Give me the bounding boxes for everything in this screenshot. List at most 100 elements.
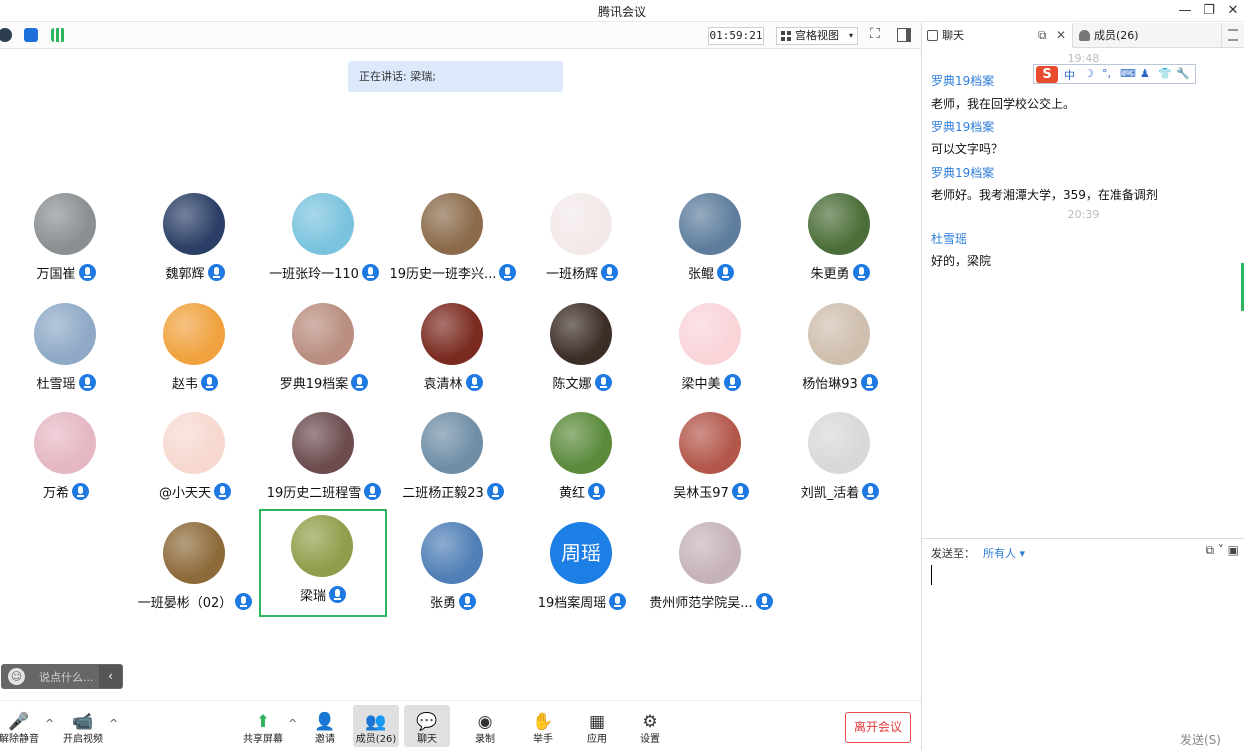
members-button[interactable]: 👥 成员(26) [353, 705, 399, 747]
chat-sender[interactable]: 杜雪瑶 [931, 230, 967, 247]
avatar [550, 193, 612, 255]
chat-sender[interactable]: 罗典19档案 [931, 118, 994, 135]
apps-button[interactable]: ▦ 应用 [574, 705, 620, 747]
mic-icon [351, 374, 369, 391]
avatar [163, 193, 225, 255]
quick-chat-bar[interactable]: ☺ 说点什么... ‹ [1, 664, 123, 689]
minimize-button[interactable]: — [1176, 2, 1194, 20]
participant-tile[interactable]: 一班晏彬（02） [131, 512, 259, 620]
participant-name: 吴林玉97 [673, 486, 729, 501]
raise-hand-button[interactable]: ✋ 举手 [520, 705, 566, 747]
avatar [421, 522, 483, 584]
mic-icon [594, 374, 612, 391]
participant-tile[interactable]: 刘凯_活着 [776, 402, 904, 510]
send-button[interactable]: 发送(S) [1180, 731, 1221, 748]
settings-button[interactable]: ⚙ 设置 [627, 705, 673, 747]
audio-options-caret[interactable]: ^ [45, 717, 54, 730]
participant-tile[interactable]: 梁瑞 [259, 509, 387, 617]
chat-message-text: 老师好。我考湘潭大学，359，在准备调剂 [931, 188, 1158, 202]
info-icon[interactable] [0, 28, 12, 42]
popout-icon[interactable]: ⧉ [1038, 23, 1047, 48]
quick-chat-input[interactable]: 说点什么... [39, 669, 94, 685]
avatar [421, 412, 483, 474]
chat-button[interactable]: 💬 聊天 [404, 705, 450, 747]
mic-icon [852, 264, 870, 281]
chat-label: 聊天 [417, 734, 437, 745]
participant-name-line: 杨怡琳93 [756, 373, 924, 392]
restore-button[interactable]: ❐ [1200, 2, 1218, 20]
participant-name: 陈文娜 [552, 377, 592, 392]
avatar [550, 303, 612, 365]
chat-message-text: 可以文字吗？ [931, 142, 1004, 156]
participant-name: 刘凯_活着 [800, 486, 860, 501]
participant-tile[interactable]: 朱更勇 [776, 183, 904, 291]
close-button[interactable]: ✕ [1224, 2, 1242, 20]
avatar [421, 303, 483, 365]
shield-icon[interactable] [24, 28, 38, 42]
mic-icon [78, 264, 96, 281]
record-button[interactable]: ◉ 录制 [462, 705, 508, 747]
grid-view-dropdown[interactable]: 宫格视图 ▾ [776, 27, 858, 45]
video-off-icon: 📹 [72, 712, 94, 732]
gear-icon: ⚙ [642, 712, 658, 732]
fullscreen-icon[interactable]: ⛶ [870, 26, 880, 42]
ime-mode-label[interactable]: 中 [1064, 67, 1075, 83]
invite-button[interactable]: 👤 邀请 [302, 705, 348, 747]
start-video-button[interactable]: 📹 开启视频 [60, 705, 106, 747]
sidebar-toggle-icon[interactable] [897, 28, 911, 42]
meeting-toolbar: 01:59:21 宫格视图 ▾ ⛶ [0, 23, 921, 49]
tab-chat[interactable]: 聊天 ⧉ ✕ [922, 23, 1073, 48]
close-icon[interactable]: ✕ [1056, 23, 1066, 48]
side-panel: 聊天 ⧉ ✕ 成员(26) 好的，梁院 杜雪瑶 20:39 老师好。我考湘潭大学，35… [921, 23, 1244, 750]
mic-muted-icon: 🎤 [8, 712, 30, 732]
collapse-chat-button[interactable]: ‹ [99, 665, 122, 688]
mic-icon [78, 374, 96, 391]
participant-name: 万国崔 [36, 267, 76, 282]
mic-icon [465, 374, 483, 391]
members-tab-icon [1079, 30, 1090, 41]
avatar [292, 303, 354, 365]
tab-members[interactable]: 成员(26) [1074, 23, 1222, 48]
moon-icon[interactable]: ☽ [1084, 67, 1094, 80]
participant-name: 杨怡琳93 [802, 377, 858, 392]
signal-icon[interactable] [51, 28, 65, 42]
leave-meeting-button[interactable]: 离开会议 [845, 712, 911, 743]
shirt-icon[interactable]: 👕 [1158, 67, 1172, 80]
mic-icon [329, 586, 346, 603]
tab-members-label: 成员(26) [1094, 29, 1139, 42]
attach-icon[interactable]: ⧉ ˅ ▣ [1205, 543, 1239, 558]
chat-sender[interactable]: 罗典19档案 [931, 72, 994, 89]
meeting-timer: 01:59:21 [708, 27, 764, 45]
unmute-button[interactable]: 🎤 解除静音 [0, 705, 42, 747]
video-options-caret[interactable]: ^ [109, 717, 118, 730]
keyboard-icon[interactable]: ⌨ [1120, 67, 1136, 80]
participant-tile[interactable]: 贵州师范学院吴... [647, 512, 775, 620]
chat-timestamp: 20:39 [1067, 208, 1100, 221]
participant-name: 袁清林 [423, 377, 463, 392]
mic-icon [609, 593, 627, 610]
emoji-icon[interactable]: ☺ [8, 668, 25, 685]
ime-toolbar[interactable]: S 中 ☽ °, ⌨ ♟ 👕 🔧 [1033, 64, 1196, 84]
menu-icon[interactable] [1228, 29, 1238, 41]
avatar: 周瑶 [550, 522, 612, 584]
participant-name: 万希 [42, 486, 69, 501]
participant-name-line: 朱更勇 [756, 263, 924, 282]
mic-icon [72, 483, 89, 500]
participant-name: 梁中美 [681, 377, 721, 392]
wrench-icon[interactable]: 🔧 [1176, 67, 1190, 80]
share-screen-button[interactable]: ⬆ 共享屏幕 [240, 705, 286, 747]
participant-name: 梁瑞 [299, 589, 326, 604]
members-icon: 👥 [365, 712, 387, 732]
share-options-caret[interactable]: ^ [288, 717, 297, 730]
chat-input-cursor[interactable] [931, 565, 932, 585]
user-icon[interactable]: ♟ [1140, 67, 1150, 80]
punctuation-icon[interactable]: °, [1102, 67, 1111, 80]
mic-icon [862, 483, 880, 500]
participant-tile[interactable]: 杨怡琳93 [776, 293, 904, 401]
grid-view-label: 宫格视图 [795, 29, 839, 42]
avatar [679, 193, 741, 255]
panel-tabs: 聊天 ⧉ ✕ 成员(26) [922, 23, 1244, 48]
chat-sender[interactable]: 罗典19档案 [931, 164, 994, 181]
send-to-dropdown[interactable]: 所有人 ▾ [983, 545, 1025, 561]
mic-icon [214, 483, 231, 500]
